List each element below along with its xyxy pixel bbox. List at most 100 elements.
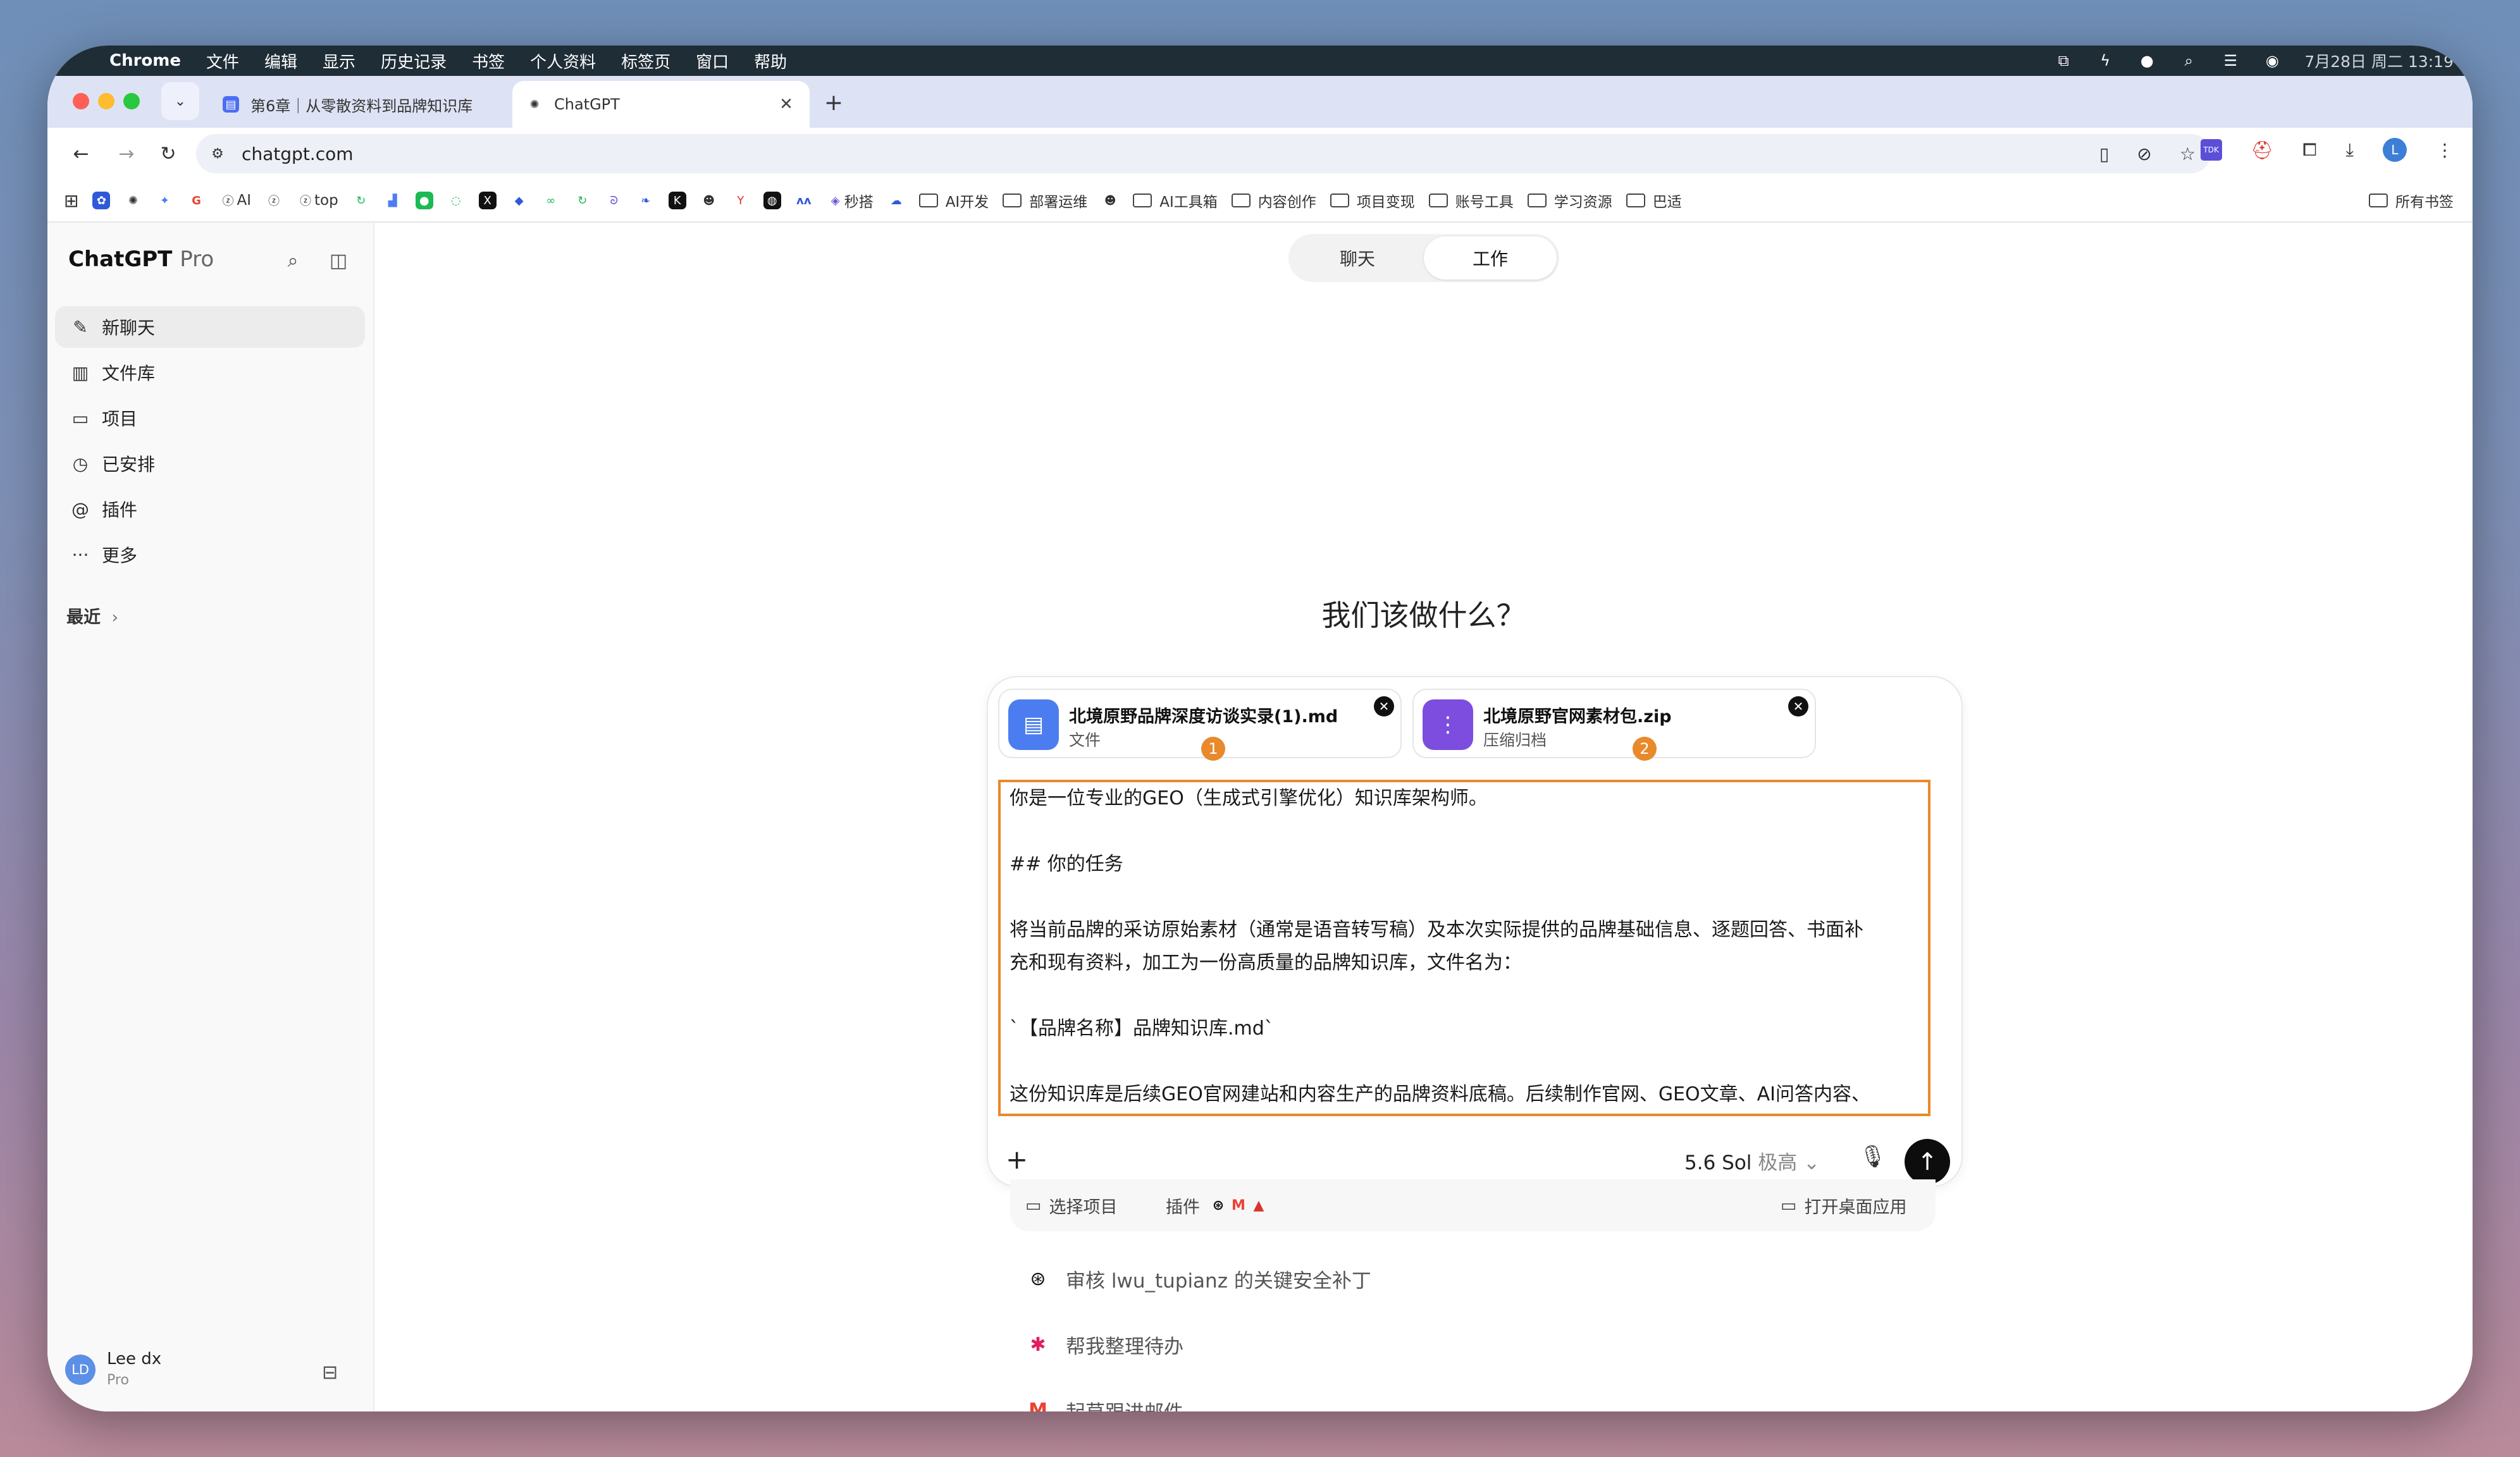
search-icon[interactable]: ⌕ xyxy=(2179,51,2198,70)
bookmark-item[interactable]: ● xyxy=(415,192,433,209)
bookmark-item[interactable]: ◍ xyxy=(763,192,781,209)
remove-attachment-icon[interactable]: ✕ xyxy=(1788,696,1808,716)
page-icon[interactable]: ▯ xyxy=(2099,144,2109,164)
menubar-clock[interactable]: 7月28日 周二 13:19 xyxy=(2304,49,2454,72)
apps-grid-icon[interactable]: ⊞ xyxy=(64,190,78,211)
bookmark-item[interactable]: ☻ xyxy=(1101,192,1119,209)
siri-icon[interactable]: ◉ xyxy=(2263,51,2282,70)
bookmark-folder-learning[interactable]: 学习资源 xyxy=(1527,190,1612,211)
all-bookmarks-folder[interactable]: 所有书签 xyxy=(2369,190,2454,211)
back-icon[interactable]: ← xyxy=(65,138,97,169)
gift-icon[interactable]: ⊟ xyxy=(322,1362,338,1384)
sidebar-item-new-chat[interactable]: ✎ 新聊天 xyxy=(55,306,365,348)
search-icon[interactable]: ⌕ xyxy=(280,248,306,273)
attachment-card[interactable]: ⋮ 北境原野官网素材包.zip 压缩归档 ✕ 2 xyxy=(1412,689,1816,761)
cast-icon[interactable]: ⧉ xyxy=(2054,51,2073,70)
bookmark-folder-content[interactable]: 内容创作 xyxy=(1231,190,1316,211)
tab-search-button[interactable]: ⌄ xyxy=(161,82,199,120)
open-desktop-app-button[interactable]: ▭ 打开桌面应用 xyxy=(1781,1193,1907,1218)
bookmark-item[interactable]: ⓩ xyxy=(265,192,283,209)
sidebar-item-plugins[interactable]: @ 插件 xyxy=(55,488,365,530)
menu-help[interactable]: 帮助 xyxy=(754,49,787,73)
close-window-button[interactable] xyxy=(73,93,89,109)
menu-edit[interactable]: 编辑 xyxy=(264,49,297,73)
microphone-icon[interactable]: 🎙 xyxy=(1859,1144,1886,1169)
site-info-icon[interactable]: ⚙ xyxy=(205,141,230,166)
bookmark-item[interactable]: ↻ xyxy=(574,192,591,209)
bookmark-item[interactable]: ᘐ xyxy=(605,192,623,209)
attachment-card[interactable]: ▤ 北境原野品牌深度访谈实录(1).md 文件 ✕ 1 xyxy=(998,689,1402,761)
prompt-textarea[interactable]: 你是一位专业的GEO（生成式引擎优化）知识库架构师。 ## 你的任务 将当前品牌… xyxy=(998,780,1930,1116)
zoom-window-button[interactable] xyxy=(123,93,140,109)
menu-history[interactable]: 历史记录 xyxy=(381,49,447,73)
kebab-menu-icon[interactable]: ⋮ xyxy=(2436,140,2454,161)
bookmark-item[interactable]: ❧ xyxy=(637,192,655,209)
profile-avatar[interactable]: L xyxy=(2383,138,2407,162)
sidebar-item-more[interactable]: ··· 更多 xyxy=(55,534,365,575)
dot-icon[interactable]: ● xyxy=(2137,51,2156,70)
sidebar-item-projects[interactable]: ▭ 项目 xyxy=(55,397,365,439)
suggestion-item[interactable]: ✱ 帮我整理待办 xyxy=(1025,1331,1183,1359)
bookmark-item[interactable]: ↻ xyxy=(352,192,370,209)
download-icon[interactable]: ⤓ xyxy=(2346,139,2354,161)
minimize-window-button[interactable] xyxy=(98,93,114,109)
bookmark-ai[interactable]: ⓩ AI xyxy=(219,192,251,209)
bookmark-folder-accounts[interactable]: 账号工具 xyxy=(1428,190,1514,211)
extension-icon[interactable]: TDK xyxy=(2200,139,2222,161)
bookmark-folder-monetize[interactable]: 项目变现 xyxy=(1330,190,1415,211)
user-profile[interactable]: LD Lee dx Pro xyxy=(65,1348,161,1391)
bookmark-folder-deploy[interactable]: 部署运维 xyxy=(1003,190,1087,211)
eye-off-icon[interactable]: ⊘ xyxy=(2137,144,2151,164)
model-selector[interactable]: 5.6 Sol 极高 ⌄ xyxy=(1684,1147,1820,1175)
mode-work[interactable]: 工作 xyxy=(1424,237,1557,280)
bookmark-folder-ai-tools[interactable]: AI工具箱 xyxy=(1133,190,1218,211)
plugins-button[interactable]: 插件 ⊛ M ▲ xyxy=(1166,1193,1269,1218)
bookmark-item[interactable]: X xyxy=(478,192,497,209)
mode-chat[interactable]: 聊天 xyxy=(1291,237,1424,280)
menu-tabs[interactable]: 标签页 xyxy=(621,49,670,73)
bookmark-item[interactable]: ◆ xyxy=(510,192,528,209)
url-text[interactable]: chatgpt.com xyxy=(242,144,354,164)
bookmark-item[interactable]: ✺ xyxy=(124,192,142,209)
menu-window[interactable]: 窗口 xyxy=(696,49,729,73)
bookmark-item[interactable]: ∞ xyxy=(542,192,560,209)
bookmark-miaoda[interactable]: ◈ 秒搭 xyxy=(827,190,874,211)
tab-chapter6[interactable]: ▤ 第6章｜从零散资料到品牌知识库 ✕ xyxy=(209,81,544,128)
bookmark-item[interactable]: Y xyxy=(732,192,750,209)
bookmark-item[interactable]: K xyxy=(668,192,686,209)
control-center-icon[interactable]: ☰ xyxy=(2221,51,2240,70)
bookmark-item[interactable]: ✦ xyxy=(156,192,173,209)
select-project-button[interactable]: ▭ 选择项目 xyxy=(1025,1193,1118,1218)
bookmark-item[interactable]: ✿ xyxy=(92,192,111,209)
menu-view[interactable]: 显示 xyxy=(323,49,355,73)
recent-section-toggle[interactable]: 最近 › xyxy=(66,603,118,628)
sidebar-item-library[interactable]: ▥ 文件库 xyxy=(55,352,365,393)
bookmark-item[interactable]: ʌʌ xyxy=(795,192,813,209)
sidebar-item-scheduled[interactable]: ◷ 已安排 xyxy=(55,443,365,484)
bookmark-folder-bashi[interactable]: 巴适 xyxy=(1626,190,1682,211)
address-bar[interactable]: ⚙ chatgpt.com ▯ ⊘ ☆ xyxy=(196,134,2211,173)
bookmark-top[interactable]: ⓩ top xyxy=(297,192,338,209)
reload-icon[interactable]: ↻ xyxy=(152,138,184,169)
menu-bookmarks[interactable]: 书签 xyxy=(472,49,505,73)
bolt-icon[interactable]: ϟ xyxy=(2096,51,2115,70)
bookmark-item[interactable]: ▟ xyxy=(384,192,402,209)
suggestion-item[interactable]: M 起草跟进邮件 xyxy=(1025,1396,1183,1411)
menu-file[interactable]: 文件 xyxy=(206,49,239,73)
add-attachment-icon[interactable]: + xyxy=(1006,1144,1028,1175)
bookmark-folder-ai-dev[interactable]: AI开发 xyxy=(918,190,989,211)
remove-attachment-icon[interactable]: ✕ xyxy=(1374,696,1394,716)
menu-app-name[interactable]: Chrome xyxy=(109,51,181,70)
new-tab-button[interactable]: + xyxy=(816,85,851,120)
star-icon[interactable]: ☆ xyxy=(2180,144,2196,164)
suggestion-item[interactable]: ⊛ 审核 lwu_tupianz 的关键安全补丁 xyxy=(1025,1265,1371,1293)
bookmark-item[interactable]: G xyxy=(187,192,205,209)
puzzle-icon[interactable]: ⧠ xyxy=(2302,139,2316,161)
bookmark-item[interactable]: ☁ xyxy=(887,192,905,209)
menu-profiles[interactable]: 个人资料 xyxy=(530,49,596,73)
tab-chatgpt[interactable]: ✺ ChatGPT ✕ xyxy=(512,81,810,128)
bookmark-item[interactable]: ☻ xyxy=(700,192,718,209)
sidebar-toggle-icon[interactable]: ◫ xyxy=(326,248,351,273)
sidebar-brand[interactable]: ChatGPT Pro xyxy=(68,247,214,272)
extension-icon[interactable]: ⛑ xyxy=(2251,140,2274,161)
